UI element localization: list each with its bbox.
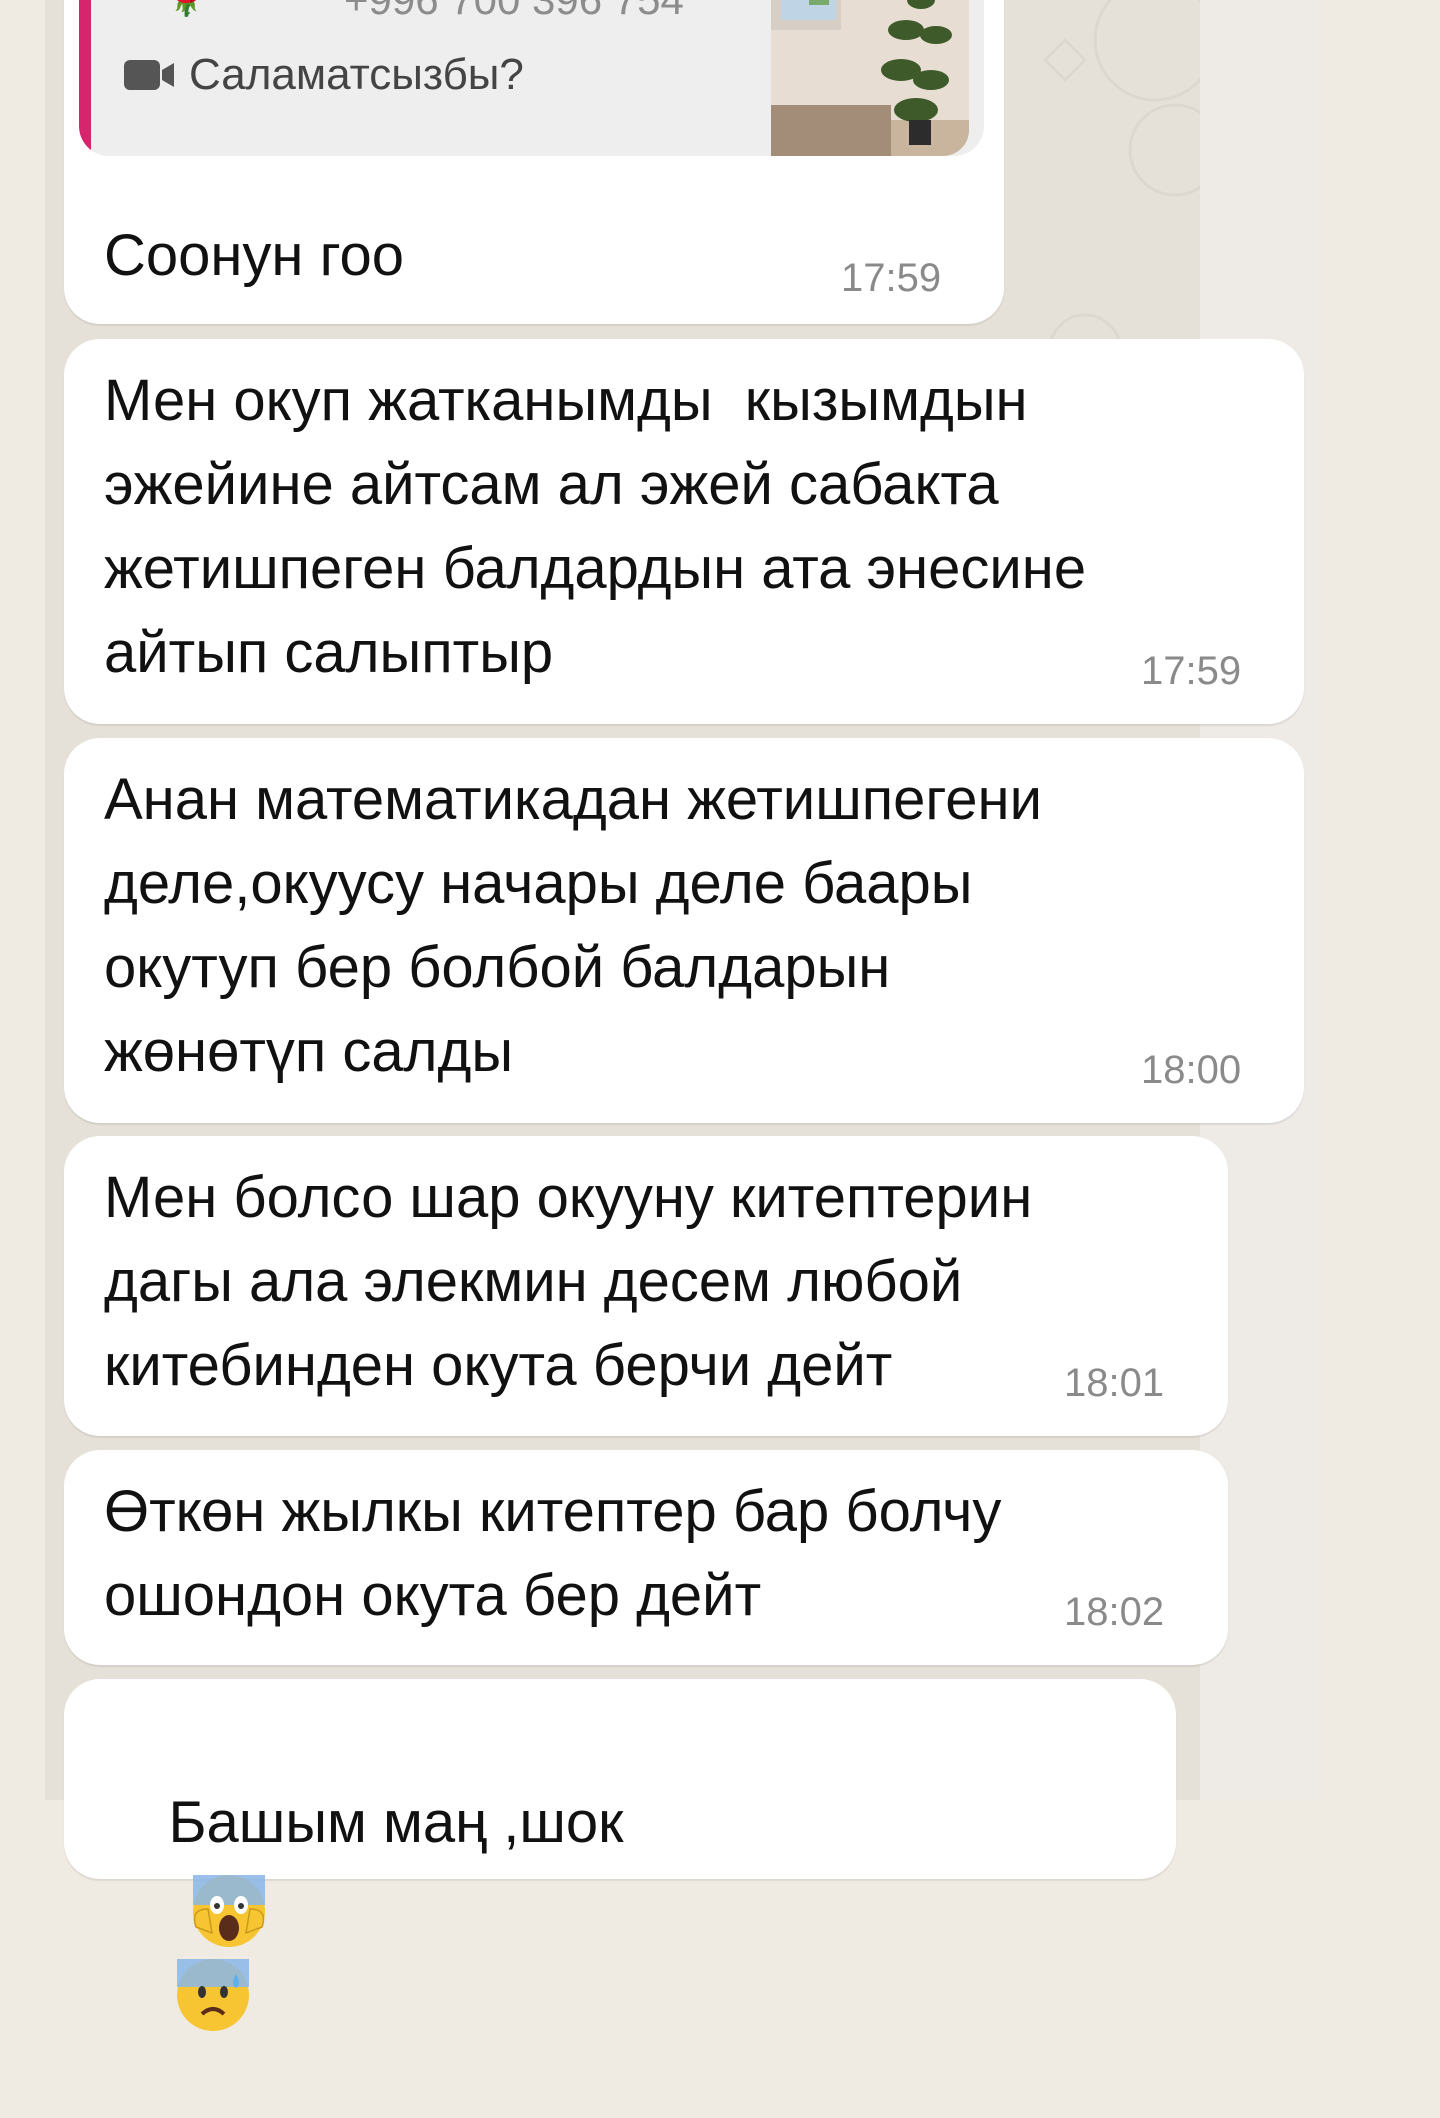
message-timestamp: 18:02 [1064,1590,1165,1634]
anxious-face-with-sweat-icon [177,1959,250,2032]
reply-sender-name: ~ 🌹 [124,0,213,19]
video-camera-icon [124,60,174,90]
message-text: Мен болсо шар окууну китептерин дагы ала… [104,1165,1033,1398]
message-text: Анан математикадан жетишпегени деле,окуу… [104,767,1042,1084]
message-bubble[interactable]: Мен окуп жатканымды кызымдын эжейине айт… [64,339,1304,724]
message-bubble[interactable]: Анан математикадан жетишпегени деле,окуу… [64,738,1304,1123]
reply-sender-phone: +996 700 396 754 [344,0,684,24]
message-bubble-with-reply[interactable]: ~ 🌹 +996 700 396 754 Саламатсызбы? [64,0,1004,324]
message-text: Мен окуп жатканымды кызымдын эжейине айт… [104,368,1087,685]
message-bubble[interactable]: Мен болсо шар окууну китептерин дагы ала… [64,1136,1228,1436]
message-timestamp: 18:00 [1141,1048,1242,1092]
reply-message-text: Саламатсызбы? [189,50,524,99]
reply-quote[interactable]: ~ 🌹 +996 700 396 754 Саламатсызбы? [79,0,984,156]
message-timestamp: 18:01 [1064,1361,1165,1405]
room-with-plant-photo-thumbnail[interactable] [771,0,969,156]
face-screaming-in-fear-icon [193,1874,266,1947]
message-bubble[interactable]: Башым маң ,шок [64,1679,1176,2032]
message-text: Соонун гоо [104,223,404,288]
message-text: Башым маң ,шок [104,1697,624,2118]
message-text: Өткөн жылкы китептер бар болчу ошондон о… [104,1479,1002,1628]
reply-accent-bar [79,0,91,156]
message-timestamp: 17:59 [841,256,942,300]
message-bubble[interactable]: Өткөн жылкы китептер бар болчу ошондон о… [64,1450,1228,1665]
message-timestamp: 17:59 [1141,649,1242,693]
